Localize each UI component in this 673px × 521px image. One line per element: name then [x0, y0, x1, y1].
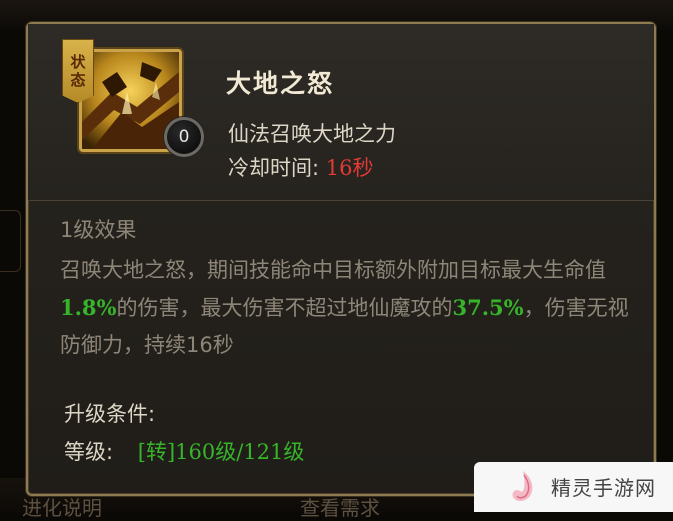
effect-title: 1级效果 [60, 218, 137, 242]
background-left-frame [0, 210, 21, 272]
state-tag-char-1: 状 [70, 53, 86, 71]
cooldown-value: 16秒 [325, 156, 374, 180]
skill-level-badge: 0 [164, 117, 204, 157]
effect-description: 召唤大地之怒，期间技能命中目标额外附加目标最大生命值 1.8%的伤害，最大伤害不超… [60, 252, 630, 364]
background-bottom-left-text: 进化说明 [22, 496, 102, 520]
upgrade-requirement-title: 升级条件: [64, 402, 156, 426]
effect-text-part1: 召唤大地之怒，期间技能命中目标额外附加目标最大生命值 [60, 258, 606, 282]
j-logo-icon [512, 471, 533, 502]
background-bottom-mid-text: 查看需求 [300, 496, 380, 520]
cooldown-line: 冷却时间: 16秒 [228, 152, 374, 182]
requirement-level-value: [转]160级/121级 [137, 440, 305, 464]
skill-tooltip-panel: 状 态 0 大地之怒 仙法召唤大地之力 冷却时间: 16秒 1级效果 召唤大地之… [26, 22, 656, 496]
effect-text-part2: 的伤害，最大伤害不超过地仙魔攻的 [116, 296, 453, 320]
watermark: 精灵手游网 [474, 462, 673, 512]
skill-name: 大地之怒 [226, 69, 335, 98]
state-tag-char-2: 态 [70, 71, 86, 89]
effect-highlight-hp: 1.8% [60, 295, 117, 320]
effect-highlight-atk: 37.5% [452, 295, 524, 320]
upgrade-requirement-level: 等级: [转]160级/121级 [64, 436, 304, 466]
watermark-text: 精灵手游网 [551, 476, 656, 500]
state-tag-badge: 状 态 [62, 39, 94, 103]
cooldown-label: 冷却时间: [228, 156, 320, 180]
skill-description: 仙法召唤大地之力 [228, 122, 396, 146]
requirement-level-label: 等级: [64, 440, 114, 464]
